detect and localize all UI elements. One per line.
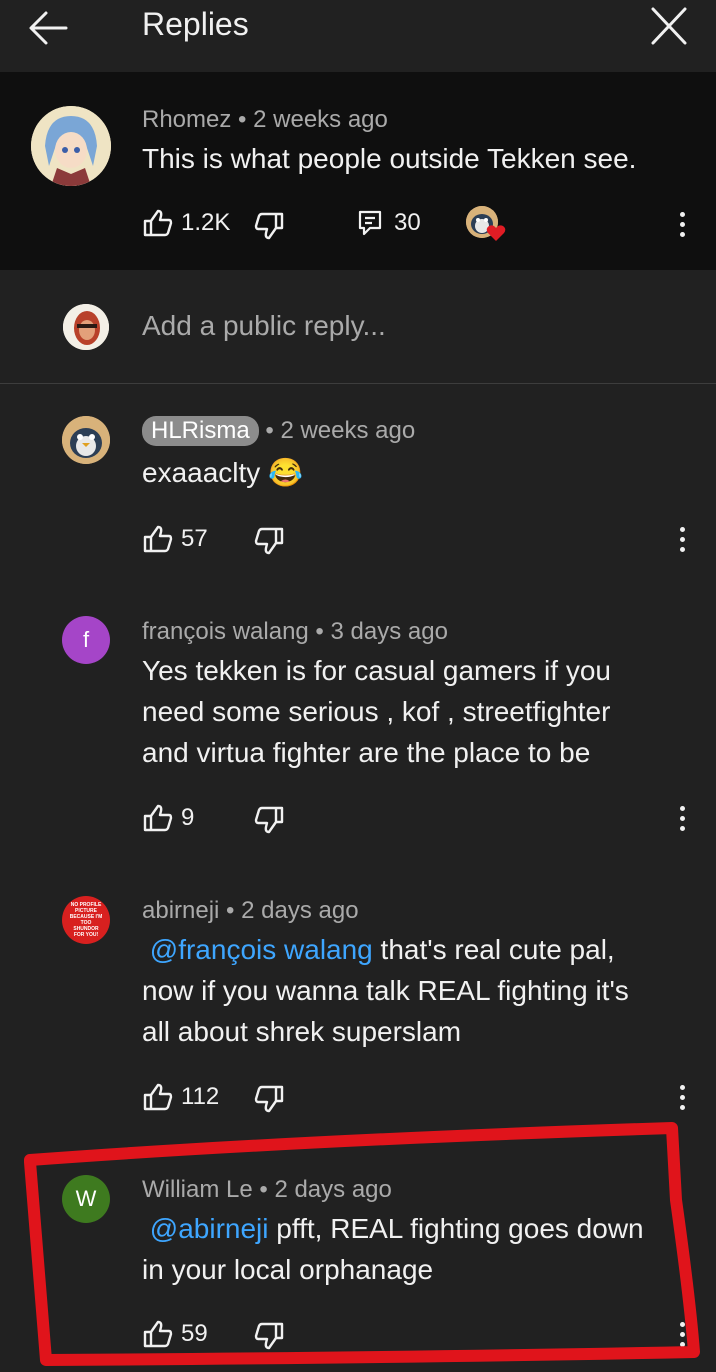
reply-input[interactable]: Add a public reply... [142, 310, 386, 342]
my-avatar[interactable] [63, 304, 109, 350]
reply-count: 30 [394, 209, 421, 236]
timestamp: 2 weeks ago [280, 417, 416, 444]
anime-avatar-icon [31, 106, 111, 186]
comment-meta: françois walang • 3 days ago [142, 618, 448, 645]
like-count: 59 [181, 1320, 208, 1347]
thumbs-up-icon [143, 804, 173, 832]
avatar[interactable]: f [62, 616, 110, 664]
more-options-icon[interactable] [678, 1322, 688, 1352]
timestamp: 3 days ago [330, 618, 448, 645]
comment-line: now if you wanna talk REAL fighting it's [142, 975, 629, 1006]
thumbs-down-icon[interactable] [254, 1085, 284, 1113]
like-count: 9 [181, 804, 195, 831]
avatar[interactable]: NO PROFILE PICTURE BECAUSE I'M TOO SHUND… [62, 896, 110, 944]
reply-count-button[interactable]: 30 [358, 209, 421, 237]
comment-text: This is what people outside Tekken see. [142, 143, 637, 174]
avatar-letter: W [75, 1186, 97, 1211]
thumbs-up-icon [143, 525, 173, 553]
close-icon[interactable] [648, 6, 690, 46]
like-button[interactable]: 59 [143, 1320, 208, 1348]
timestamp: 2 weeks ago [253, 106, 388, 133]
comment-meta: William Le • 2 days ago [142, 1176, 392, 1203]
like-count: 112 [181, 1083, 220, 1110]
parent-comment: Rhomez • 2 weeks ago This is what people… [0, 72, 716, 270]
page-title: Replies [142, 6, 249, 42]
creator-heart [466, 206, 508, 246]
comment-meta: HLRisma • 2 weeks ago [142, 416, 415, 446]
comment-text: @abirneji pfft, REAL fighting goes down … [142, 1208, 674, 1290]
like-count: 1.2K [181, 209, 231, 236]
author-name[interactable]: William Le [142, 1176, 253, 1203]
comment-meta: Rhomez • 2 weeks ago [142, 106, 388, 133]
comment-line: @françois walang that's real cute pal, [142, 929, 629, 970]
reply-composer: Add a public reply... [0, 270, 716, 384]
avatar[interactable] [31, 106, 111, 186]
comment-text: @françois walang that's real cute pal, n… [142, 929, 629, 1052]
thumbs-up-icon [143, 1083, 173, 1111]
timestamp: 2 days ago [241, 897, 359, 924]
thumbs-up-icon [143, 1320, 173, 1348]
mention-link[interactable]: @abirneji [150, 1213, 269, 1244]
like-button[interactable]: 9 [143, 804, 194, 832]
avatar-text: NO PROFILE PICTURE BECAUSE I'M TOO SHUND… [69, 902, 103, 938]
thumbs-down-icon[interactable] [254, 806, 284, 834]
back-arrow-icon[interactable] [26, 8, 70, 48]
comment-line-rest: that's real cute pal, [372, 934, 615, 965]
comment-line: Yes tekken is for casual gamers if you [142, 655, 611, 686]
comment-line: need some serious , kof , streetfighter [142, 696, 611, 727]
author-name[interactable]: Rhomez [142, 106, 231, 133]
comment-line: in your local orphanage [142, 1254, 434, 1285]
comment-line-rest: pfft, REAL fighting goes down [268, 1213, 644, 1244]
avatar[interactable]: W [62, 1175, 110, 1223]
mention-link[interactable]: @françois walang [150, 934, 373, 965]
thumbs-down-icon[interactable] [254, 1322, 284, 1350]
more-options-icon[interactable] [678, 806, 688, 836]
author-name[interactable]: françois walang [142, 618, 309, 645]
thumbs-down-icon[interactable] [254, 212, 284, 240]
laughing-emoji: 😂 [268, 457, 303, 488]
avatar-letter: f [82, 627, 90, 652]
comment-icon [358, 210, 382, 236]
like-button[interactable]: 112 [143, 1083, 219, 1111]
top-bar: Replies [0, 0, 716, 73]
penguin-avatar-icon [62, 416, 110, 464]
comment-line: all about shrek superslam [142, 1016, 462, 1047]
comment-line: and virtua fighter are the place to be [142, 737, 591, 768]
comment-text-content: exaaaclty [142, 457, 261, 488]
comment-text: exaaaclty 😂 [142, 452, 303, 493]
thumbs-down-icon[interactable] [254, 527, 284, 555]
comment-line: @abirneji pfft, REAL fighting goes down [142, 1208, 674, 1249]
like-button[interactable]: 57 [143, 525, 208, 553]
timestamp: 2 days ago [274, 1176, 392, 1203]
author-name[interactable]: abirneji [142, 897, 219, 924]
more-options-icon[interactable] [678, 212, 688, 242]
comment-meta: abirneji • 2 days ago [142, 897, 359, 924]
more-options-icon[interactable] [678, 1085, 688, 1115]
avatar[interactable] [62, 416, 110, 464]
heart-icon [486, 225, 506, 241]
comment-text: Yes tekken is for casual gamers if you n… [142, 650, 611, 773]
more-options-icon[interactable] [678, 527, 688, 557]
like-button[interactable]: 1.2K [143, 209, 230, 237]
user-avatar-icon [63, 304, 109, 350]
thumbs-up-icon [143, 209, 173, 237]
like-count: 57 [181, 525, 208, 552]
author-name[interactable]: HLRisma [142, 416, 259, 446]
